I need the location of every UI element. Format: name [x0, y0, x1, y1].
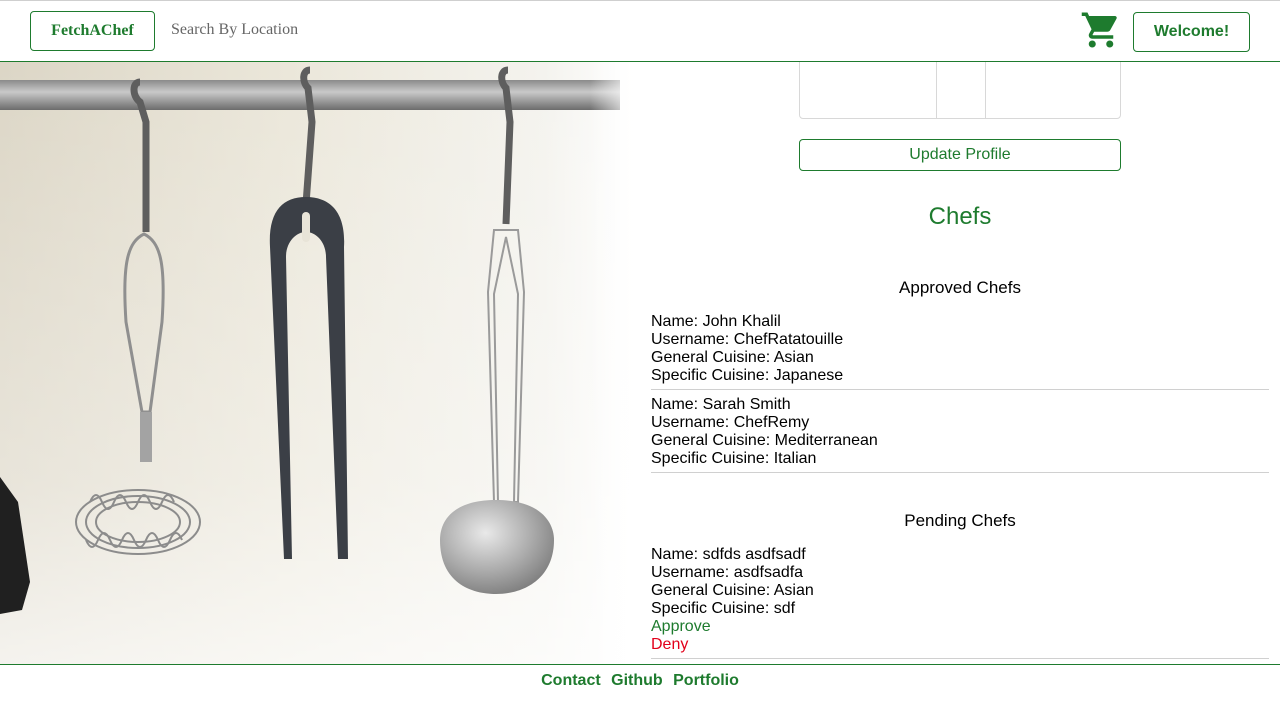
- chef-general-cuisine: General Cuisine: Asian: [651, 349, 814, 366]
- footer: Contact Github Portfolio: [0, 664, 1280, 727]
- chef-name: Name: sdfds asdfsadf: [651, 546, 806, 563]
- location-search-input[interactable]: [165, 13, 485, 47]
- welcome-user-button[interactable]: Welcome!: [1133, 12, 1250, 52]
- shopping-cart-icon[interactable]: [1080, 9, 1122, 51]
- chef-username: Username: ChefRemy: [651, 414, 810, 431]
- brand-home-button[interactable]: FetchAChef: [30, 11, 155, 51]
- chef-specific-cuisine: Specific Cuisine: Italian: [651, 450, 817, 467]
- approved-chefs-heading: Approved Chefs: [899, 278, 1021, 297]
- deny-chef-link[interactable]: Deny: [651, 636, 1269, 654]
- footer-links: Contact Github Portfolio: [0, 672, 1280, 690]
- pending-chef-card: Name: sdfds asdfsadf Username: asdfsadfa…: [651, 546, 1269, 659]
- chef-general-cuisine: General Cuisine: Asian: [651, 582, 814, 599]
- footer-link-github[interactable]: Github: [611, 672, 663, 689]
- chef-username: Username: asdfsadfa: [651, 564, 804, 581]
- chef-general-cuisine: General Cuisine: Mediterranean: [651, 432, 878, 449]
- kitchen-utensils-photo: [0, 62, 640, 664]
- admin-panel: Update Profile Chefs Approved Chefs Name…: [640, 62, 1280, 664]
- profile-image-divider: [936, 62, 986, 119]
- chef-username: Username: ChefRatatouille: [651, 331, 844, 348]
- update-profile-button[interactable]: Update Profile: [799, 139, 1121, 171]
- footer-link-portfolio[interactable]: Portfolio: [673, 672, 739, 689]
- chefs-heading: Chefs: [928, 203, 992, 230]
- top-navbar: FetchAChef Welcome!: [0, 0, 1280, 62]
- approved-chef-card: Name: John Khalil Username: ChefRatatoui…: [651, 313, 1269, 390]
- chef-name: Name: John Khalil: [651, 313, 781, 330]
- chef-specific-cuisine: Specific Cuisine: sdf: [651, 600, 796, 617]
- pending-chefs-heading: Pending Chefs: [904, 511, 1016, 530]
- approved-chef-card: Name: Sarah Smith Username: ChefRemy Gen…: [651, 396, 1269, 473]
- footer-link-contact[interactable]: Contact: [541, 672, 601, 689]
- chef-name: Name: Sarah Smith: [651, 396, 791, 413]
- chef-specific-cuisine: Specific Cuisine: Japanese: [651, 367, 844, 384]
- profile-image-frame: [799, 62, 1121, 119]
- approve-chef-link[interactable]: Approve: [651, 618, 1269, 636]
